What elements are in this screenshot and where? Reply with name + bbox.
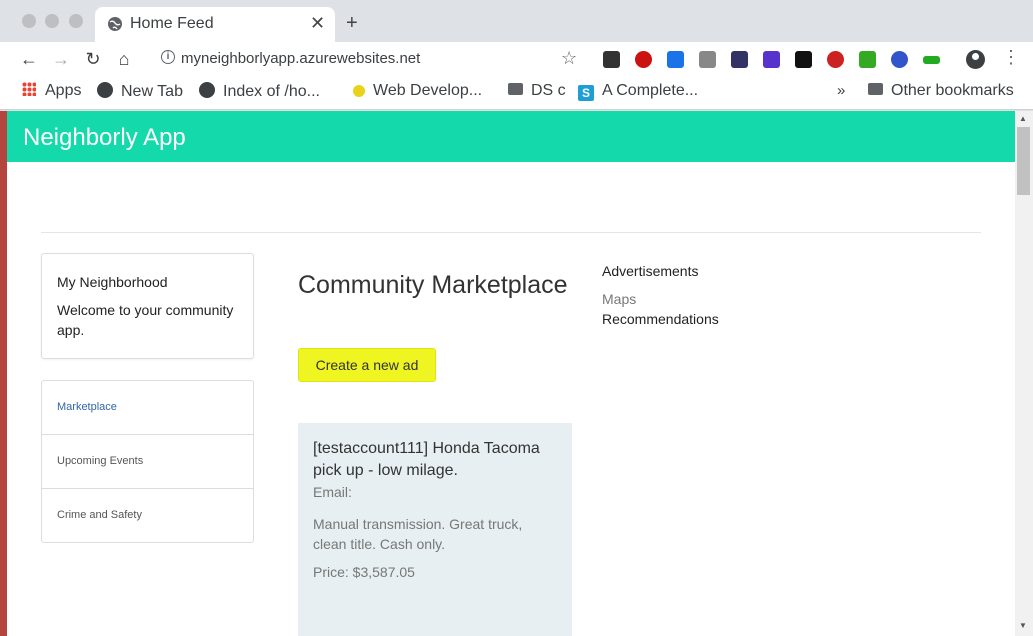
scroll-down-icon[interactable]: ▼ bbox=[1019, 621, 1027, 630]
extension-8-icon[interactable] bbox=[827, 51, 844, 68]
extension-4-icon[interactable] bbox=[699, 51, 716, 68]
page-title: Community Marketplace bbox=[298, 271, 568, 299]
globe-icon bbox=[97, 82, 113, 98]
tab-close-icon[interactable]: ✕ bbox=[310, 13, 325, 34]
recommendations-link[interactable]: Recommendations bbox=[602, 311, 719, 327]
maps-link[interactable]: Maps bbox=[602, 291, 636, 307]
apps-grid-icon bbox=[22, 82, 36, 96]
bookmark-label: New Tab bbox=[121, 83, 183, 100]
folder-icon bbox=[508, 83, 523, 95]
desktop-edge bbox=[0, 111, 7, 636]
scroll-up-icon[interactable]: ▲ bbox=[1019, 114, 1027, 123]
scrollbar-thumb[interactable] bbox=[1017, 127, 1030, 195]
app-header: Neighborly App bbox=[7, 111, 1015, 162]
create-ad-button[interactable]: Create a new ad bbox=[298, 348, 436, 382]
window-minimize-button[interactable] bbox=[45, 14, 59, 28]
extension-10-icon[interactable] bbox=[891, 51, 908, 68]
bookmark-ds-c[interactable]: DS c bbox=[508, 82, 566, 104]
globe-icon bbox=[199, 82, 215, 98]
web-page: Neighborly App My Neighborhood Welcome t… bbox=[7, 111, 1015, 636]
extension-1-icon[interactable] bbox=[603, 51, 620, 68]
bookmark-apps[interactable]: Apps bbox=[22, 82, 81, 104]
bookmark-label: Other bookmarks bbox=[891, 82, 1014, 99]
globe-icon bbox=[108, 17, 122, 31]
tab-home-feed[interactable]: Home Feed ✕ bbox=[95, 7, 335, 42]
bookmark-favicon bbox=[353, 85, 365, 97]
card-title: My Neighborhood bbox=[57, 274, 168, 290]
bookmark-label: Web Develop... bbox=[373, 82, 483, 99]
bookmark-index[interactable]: Index of /ho... bbox=[199, 82, 320, 104]
nav-item-upcoming-events[interactable]: Upcoming Events bbox=[42, 435, 253, 489]
ad-email: Email: bbox=[313, 484, 352, 500]
neighborhood-card: My Neighborhood Welcome to your communit… bbox=[41, 253, 254, 359]
ad-price: Price: $3,587.05 bbox=[313, 564, 415, 580]
s-favicon: S bbox=[578, 85, 594, 101]
divider bbox=[41, 232, 981, 233]
advertisements-heading: Advertisements bbox=[602, 263, 699, 279]
more-bookmarks-button[interactable]: » bbox=[837, 82, 845, 104]
extension-7-icon[interactable] bbox=[795, 51, 812, 68]
bookmark-new-tab[interactable]: New Tab bbox=[97, 82, 183, 104]
address-bar[interactable]: myneighborlyapp.azurewebsites.net bbox=[181, 50, 420, 67]
bookmark-web-develop[interactable]: Web Develop... bbox=[353, 82, 482, 104]
tab-strip: Home Feed ✕ + bbox=[0, 0, 1033, 42]
extension-2-icon[interactable] bbox=[635, 51, 652, 68]
ad-title[interactable]: [testaccount111] Honda Tacoma pick up - … bbox=[313, 438, 563, 482]
back-icon[interactable]: ← bbox=[19, 49, 39, 69]
side-nav: Marketplace Upcoming Events Crime and Sa… bbox=[41, 380, 254, 543]
site-info-icon[interactable]: i bbox=[161, 50, 175, 64]
ad-description: Manual transmission. Great truck, clean … bbox=[313, 516, 523, 552]
extension-6-icon[interactable] bbox=[763, 51, 780, 68]
new-tab-button[interactable]: + bbox=[346, 12, 358, 35]
forward-icon[interactable]: → bbox=[51, 49, 71, 69]
tab-title: Home Feed bbox=[130, 15, 214, 32]
extension-3-icon[interactable] bbox=[667, 51, 684, 68]
bookmark-label: DS c bbox=[531, 82, 566, 99]
app-title[interactable]: Neighborly App bbox=[23, 124, 186, 152]
nav-item-crime-and-safety[interactable]: Crime and Safety bbox=[42, 489, 253, 543]
bookmark-star-icon[interactable]: ☆ bbox=[561, 48, 577, 69]
ad-card[interactable]: [testaccount111] Honda Tacoma pick up - … bbox=[298, 423, 572, 636]
bookmark-a-complete[interactable]: S A Complete... bbox=[578, 82, 698, 104]
bookmarks-bar: Apps New Tab Index of /ho... Web Develop… bbox=[0, 76, 1033, 110]
menu-icon[interactable]: ⋮ bbox=[1002, 47, 1020, 68]
browser-window: Home Feed ✕ + ← → ↻ ⌂ i myneighborlyapp.… bbox=[0, 0, 1033, 636]
extension-9-icon[interactable] bbox=[859, 51, 876, 68]
reload-icon[interactable]: ↻ bbox=[83, 49, 103, 69]
profile-avatar-icon[interactable] bbox=[966, 50, 985, 69]
card-text: Welcome to your community app. bbox=[57, 302, 234, 338]
nav-item-marketplace[interactable]: Marketplace bbox=[42, 381, 253, 435]
window-maximize-button[interactable] bbox=[69, 14, 83, 28]
bookmark-label: Apps bbox=[45, 82, 82, 99]
extension-11-icon[interactable] bbox=[923, 56, 940, 64]
extension-5-icon[interactable] bbox=[731, 51, 748, 68]
bookmark-label: A Complete... bbox=[602, 82, 699, 99]
window-close-button[interactable] bbox=[22, 14, 36, 28]
toolbar: ← → ↻ ⌂ i myneighborlyapp.azurewebsites.… bbox=[0, 42, 1033, 76]
home-icon[interactable]: ⌂ bbox=[114, 49, 134, 69]
folder-icon bbox=[868, 83, 883, 95]
bookmark-label: Index of /ho... bbox=[223, 83, 320, 100]
bookmark-other[interactable]: Other bookmarks bbox=[868, 82, 1014, 104]
page-scrollbar[interactable]: ▲ ▼ bbox=[1015, 111, 1033, 636]
